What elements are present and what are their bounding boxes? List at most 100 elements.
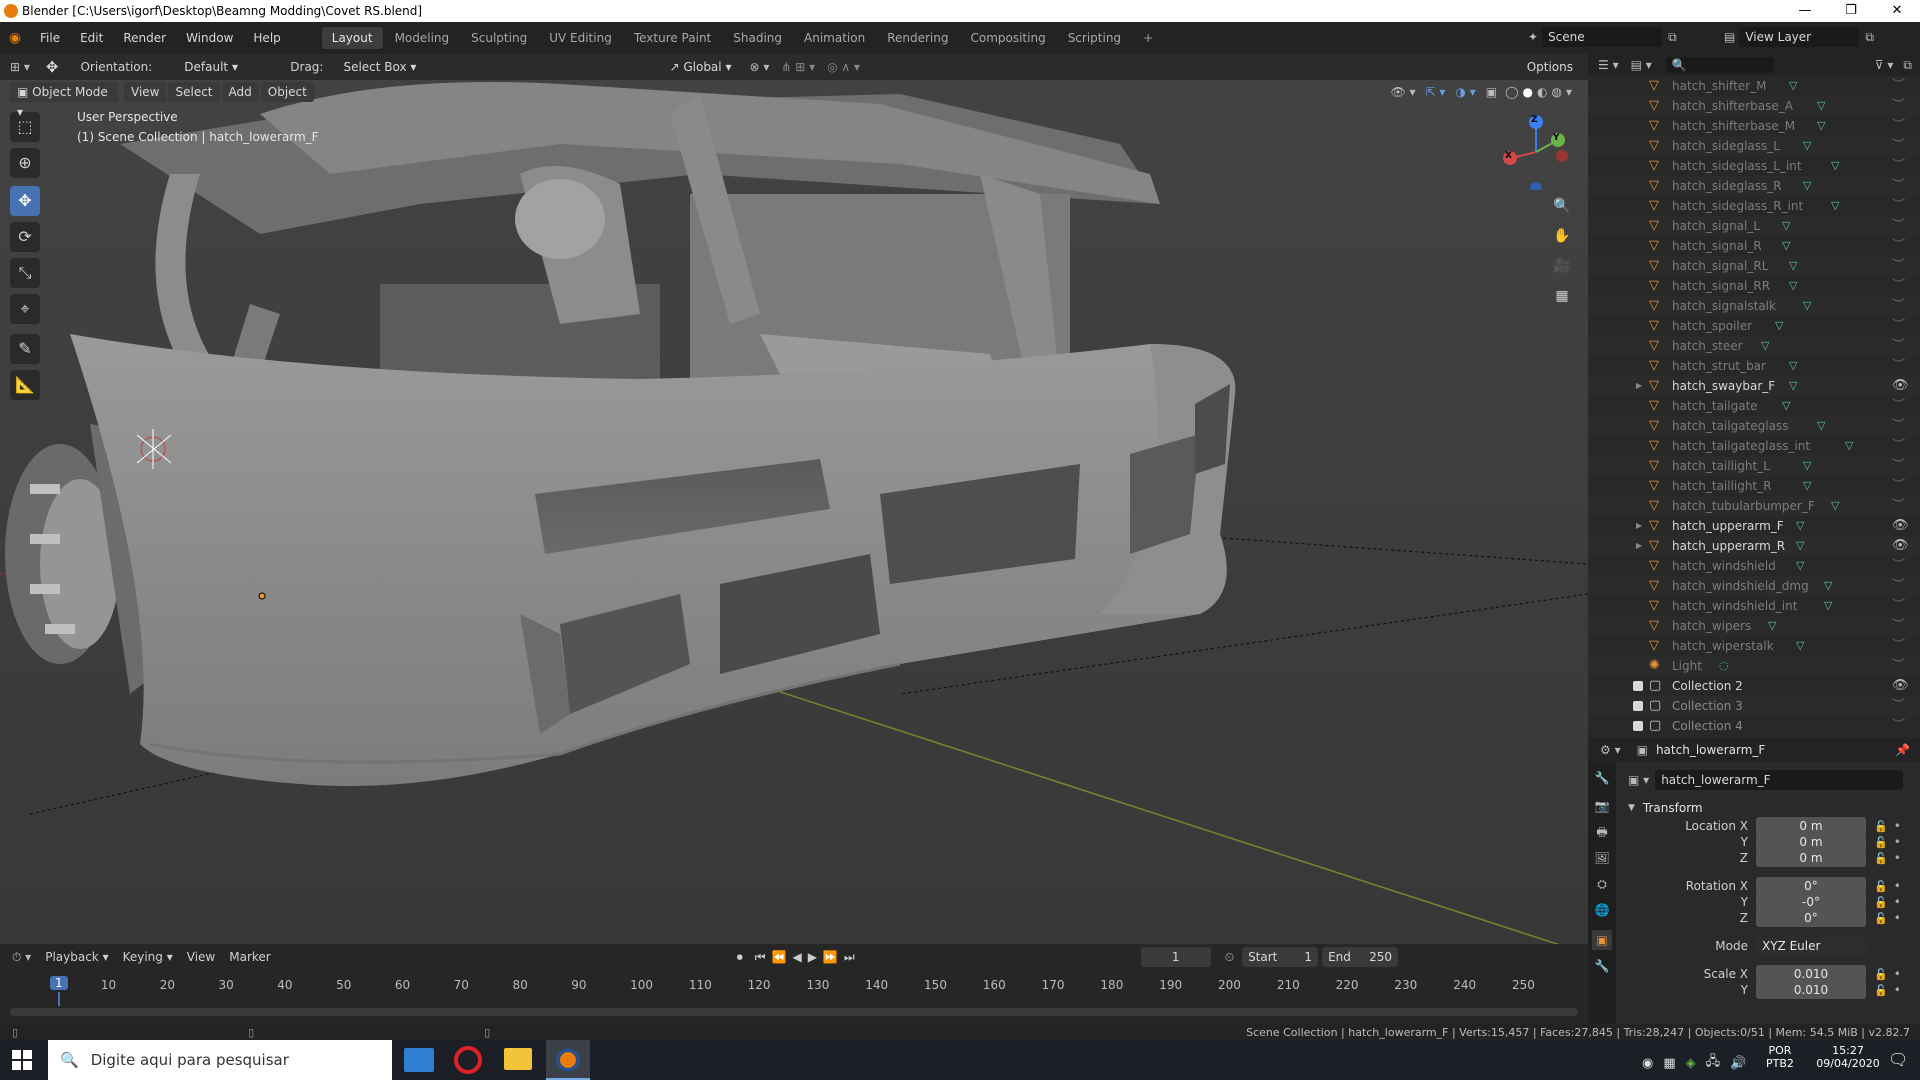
visibility-icon[interactable]: 👁 ▾ [1390, 85, 1415, 99]
keyframe-dot-icon[interactable]: • [1894, 835, 1901, 849]
expand-arrow-icon[interactable]: ▶ [1636, 536, 1642, 556]
pan-hand-icon[interactable]: ✋ [1550, 224, 1574, 248]
menu-render[interactable]: Render [113, 22, 176, 54]
outliner-row[interactable]: ▶ ▽ hatch_upperarm_R 👁 ▽ [1588, 536, 1920, 556]
eye-hidden-icon[interactable]: ︶ [1892, 636, 1905, 656]
number-field[interactable]: 0.010 [1756, 981, 1866, 999]
outliner-row[interactable]: ✺ Light ︶ ◌ [1588, 656, 1920, 676]
close-button[interactable]: ✕ [1874, 0, 1920, 22]
workspace-tab-layout[interactable]: Layout [321, 27, 383, 49]
outliner-row[interactable]: ▽ hatch_shifter_M ︶ ▽ [1588, 76, 1920, 96]
drag-selector[interactable]: Select Box ▾ [337, 57, 424, 77]
shading-options-icon[interactable]: ▾ [1566, 85, 1572, 99]
zoom-icon[interactable]: 🔍 [1550, 194, 1574, 218]
workspace-tab-animation[interactable]: Animation [794, 27, 875, 49]
workspace-tab-modeling[interactable]: Modeling [385, 27, 460, 49]
language-indicator[interactable]: POR PTB2 [1766, 1044, 1794, 1070]
volume-icon[interactable]: 🔊 [1730, 1056, 1746, 1071]
eye-hidden-icon[interactable]: ︶ [1892, 196, 1905, 216]
workspace-tab-compositing[interactable]: Compositing [960, 27, 1055, 49]
eye-icon[interactable]: 👁 [1892, 536, 1909, 556]
eye-hidden-icon[interactable]: ︶ [1892, 436, 1905, 456]
camera-icon[interactable]: 🎥 [1550, 254, 1574, 278]
eye-hidden-icon[interactable]: ︶ [1892, 116, 1905, 136]
outliner-row[interactable]: ▽ hatch_taillight_R ︶ ▽ [1588, 476, 1920, 496]
add-menu[interactable]: Add [221, 82, 259, 102]
pin-icon[interactable]: 📌 [1895, 743, 1910, 757]
maximize-button[interactable]: ❐ [1828, 0, 1874, 22]
object-menu[interactable]: Object [260, 82, 314, 102]
object-name-field[interactable]: hatch_lowerarm_F [1655, 770, 1904, 790]
collection-checkbox[interactable] [1633, 681, 1643, 691]
eye-icon[interactable]: 👁 [1892, 676, 1909, 696]
opera-icon[interactable] [454, 1046, 482, 1074]
blender-menu-icon[interactable]: ◉ [0, 30, 30, 46]
outliner-row[interactable]: ▽ hatch_windshield_int ︶ ▽ [1588, 596, 1920, 616]
pivot-icon[interactable]: ⊗ ▾ [749, 60, 769, 74]
menu-edit[interactable]: Edit [70, 22, 113, 54]
eye-hidden-icon[interactable]: ︶ [1892, 296, 1905, 316]
workspace-tab-shading[interactable]: Shading [723, 27, 792, 49]
workspace-tab-rendering[interactable]: Rendering [877, 27, 958, 49]
outliner-row[interactable]: ▽ hatch_tubularbumper_F ︶ ▽ [1588, 496, 1920, 516]
expand-arrow-icon[interactable]: ▶ [1636, 516, 1642, 536]
outliner-row[interactable]: ▽ hatch_sideglass_R ︶ ▽ [1588, 176, 1920, 196]
eye-hidden-icon[interactable]: ︶ [1892, 696, 1905, 716]
keyframe-dot-icon[interactable]: • [1894, 895, 1901, 909]
wireframe-shading-icon[interactable]: ◯ [1505, 85, 1518, 99]
new-collection-icon[interactable]: ⧉ [1903, 58, 1912, 73]
eye-hidden-icon[interactable]: ︶ [1892, 136, 1905, 156]
outliner-row[interactable]: ▽ hatch_signalstalk ︶ ▽ [1588, 296, 1920, 316]
proportional-edit-icon[interactable]: ◎ ∧ ▾ [827, 60, 860, 74]
add-workspace-button[interactable]: + [1133, 27, 1163, 49]
outliner-row[interactable]: ▽ hatch_signal_R ︶ ▽ [1588, 236, 1920, 256]
scale-tool[interactable]: ⤡ [10, 258, 40, 288]
cursor-tool[interactable]: ⊕ [10, 148, 40, 178]
outliner-row[interactable]: ▽ hatch_signal_RL ︶ ▽ [1588, 256, 1920, 276]
editor-type-icon[interactable]: ⊞ ▾ [10, 60, 30, 74]
outliner-row[interactable]: ▽ hatch_signal_L ︶ ▽ [1588, 216, 1920, 236]
task-view-icon[interactable] [404, 1048, 434, 1072]
lock-icon[interactable]: 🔓 [1874, 984, 1888, 997]
outliner-row[interactable]: ▽ hatch_tailgate ︶ ▽ [1588, 396, 1920, 416]
eye-hidden-icon[interactable]: ︶ [1892, 456, 1905, 476]
eye-hidden-icon[interactable]: ︶ [1892, 476, 1905, 496]
xray-icon[interactable]: ▣ [1486, 85, 1497, 99]
output-tab-icon[interactable]: 🖶 [1592, 822, 1612, 842]
outliner-editor-icon[interactable]: ☰ ▾ [1598, 58, 1619, 72]
properties-editor-icon[interactable]: ⚙ ▾ [1600, 743, 1621, 757]
grid-icon[interactable]: ▦ [1550, 284, 1574, 308]
lock-icon[interactable]: 🔓 [1874, 852, 1888, 865]
eye-hidden-icon[interactable]: ︶ [1892, 416, 1905, 436]
workspace-tab-uv-editing[interactable]: UV Editing [539, 27, 622, 49]
view-layer-tab-icon[interactable]: 🖼 [1592, 848, 1612, 868]
outliner-row[interactable]: ▽ hatch_sideglass_L_int ︶ ▽ [1588, 156, 1920, 176]
scene-tab-icon[interactable]: ⛭ [1592, 874, 1612, 894]
outliner-row[interactable]: ▽ hatch_shifterbase_A ︶ ▽ [1588, 96, 1920, 116]
playhead[interactable] [58, 992, 60, 1006]
render-tab-icon[interactable]: 📷 [1592, 796, 1612, 816]
tray-app-icon[interactable]: ▦ [1663, 1056, 1675, 1071]
menu-window[interactable]: Window [176, 22, 243, 54]
eye-hidden-icon[interactable]: ︶ [1892, 336, 1905, 356]
rotation-mode-selector[interactable]: XYZ Euler [1756, 937, 1866, 955]
rendered-shading-icon[interactable]: ◍ [1551, 85, 1561, 99]
windows-start-icon[interactable] [12, 1050, 32, 1070]
transform-tool[interactable]: ⌖ [10, 294, 40, 324]
eye-hidden-icon[interactable]: ︶ [1892, 556, 1905, 576]
eye-hidden-icon[interactable]: ︶ [1892, 256, 1905, 276]
outliner-collection-row[interactable]: ▢ Collection 3 ︶ [1588, 696, 1920, 716]
world-tab-icon[interactable]: 🌐 [1592, 900, 1612, 920]
timeline-scrollbar[interactable] [10, 1008, 1578, 1016]
outliner-row[interactable]: ▽ hatch_sideglass_L ︶ ▽ [1588, 136, 1920, 156]
outliner-row[interactable]: ▽ hatch_tailgateglass ︶ ▽ [1588, 416, 1920, 436]
outliner-row[interactable]: ▽ hatch_wipers ︶ ▽ [1588, 616, 1920, 636]
new-view-layer-icon[interactable]: ⧉ [1865, 30, 1874, 45]
eye-hidden-icon[interactable]: ︶ [1892, 76, 1905, 96]
outliner-collection-row[interactable]: ▢ Collection 4 ︶ [1588, 716, 1920, 736]
material-shading-icon[interactable]: ◐ [1537, 85, 1547, 99]
nvidia-icon[interactable]: ◈ [1686, 1056, 1696, 1071]
eye-hidden-icon[interactable]: ︶ [1892, 276, 1905, 296]
notification-icon[interactable]: 🗨 [1888, 1050, 1908, 1069]
select-menu[interactable]: Select [168, 82, 220, 102]
